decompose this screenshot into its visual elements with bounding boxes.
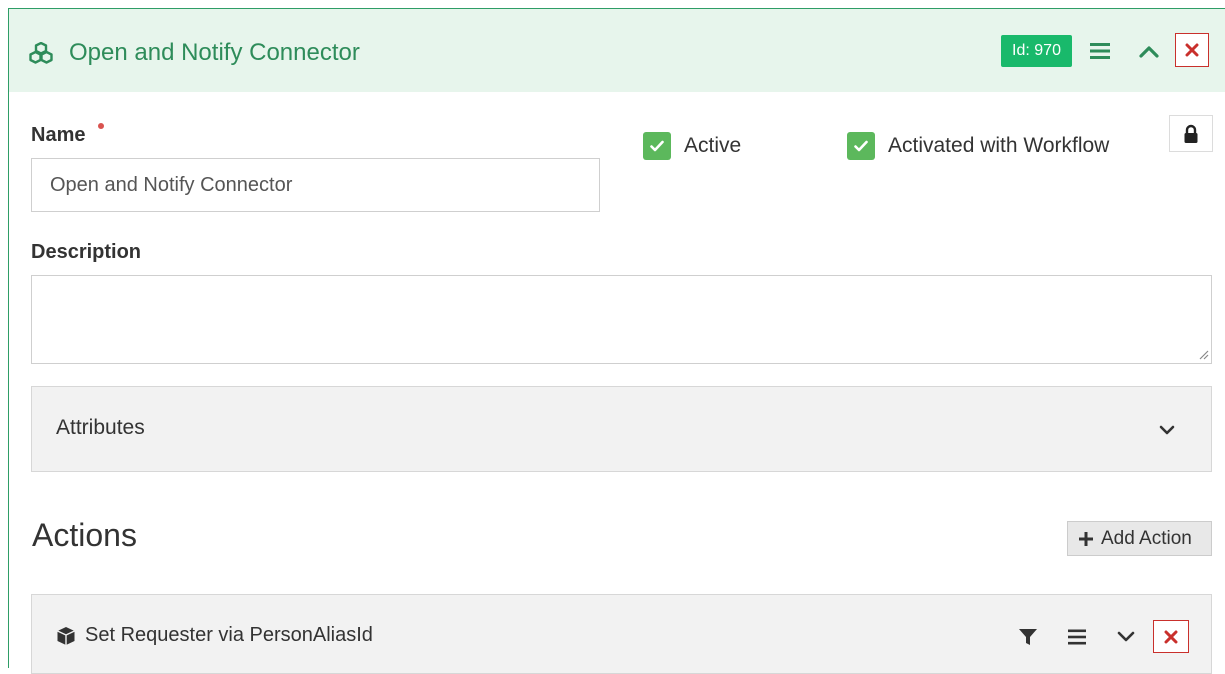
activated-with-workflow-checkbox[interactable] (847, 132, 875, 160)
chevron-up-icon[interactable] (1137, 41, 1161, 61)
id-badge: Id: 970 (1001, 35, 1072, 67)
delete-activity-button[interactable] (1175, 33, 1209, 67)
security-button[interactable] (1169, 115, 1213, 152)
activated-with-workflow-label[interactable]: Activated with Workflow (888, 134, 1109, 158)
chevron-down-icon[interactable] (1116, 630, 1136, 644)
description-textarea[interactable] (31, 275, 1212, 364)
actions-heading: Actions (32, 517, 137, 553)
action-title: Set Requester via PersonAliasId (85, 624, 373, 646)
plus-icon (1079, 531, 1093, 546)
check-icon (650, 140, 664, 152)
filter-icon[interactable] (1018, 628, 1038, 646)
add-action-label: Add Action (1101, 527, 1192, 549)
action-item[interactable]: Set Requester via PersonAliasId (31, 594, 1212, 674)
activity-title: Open and Notify Connector (69, 39, 360, 66)
activity-panel: Open and Notify Connector Id: 970 Name A… (8, 8, 1225, 674)
cube-icon (57, 627, 75, 645)
name-label: Name (31, 124, 86, 146)
name-input[interactable] (31, 158, 600, 212)
chevron-down-icon[interactable] (1158, 423, 1176, 437)
cubes-icon (29, 42, 53, 64)
resize-grip-icon[interactable] (1197, 348, 1209, 360)
description-label: Description (31, 241, 142, 263)
lock-icon (1184, 124, 1198, 143)
activity-header[interactable]: Open and Notify Connector Id: 970 (9, 9, 1225, 92)
delete-action-button[interactable] (1153, 620, 1189, 653)
add-action-button[interactable]: Add Action (1067, 521, 1212, 556)
attributes-panel[interactable]: Attributes (31, 386, 1212, 472)
check-icon (854, 140, 868, 152)
active-checkbox[interactable] (643, 132, 671, 160)
required-indicator (98, 123, 104, 129)
active-label[interactable]: Active (684, 134, 741, 158)
attributes-title: Attributes (56, 416, 145, 439)
close-icon (1185, 43, 1199, 57)
menu-icon[interactable] (1067, 628, 1087, 646)
menu-icon[interactable] (1089, 41, 1111, 61)
close-icon (1164, 630, 1178, 643)
